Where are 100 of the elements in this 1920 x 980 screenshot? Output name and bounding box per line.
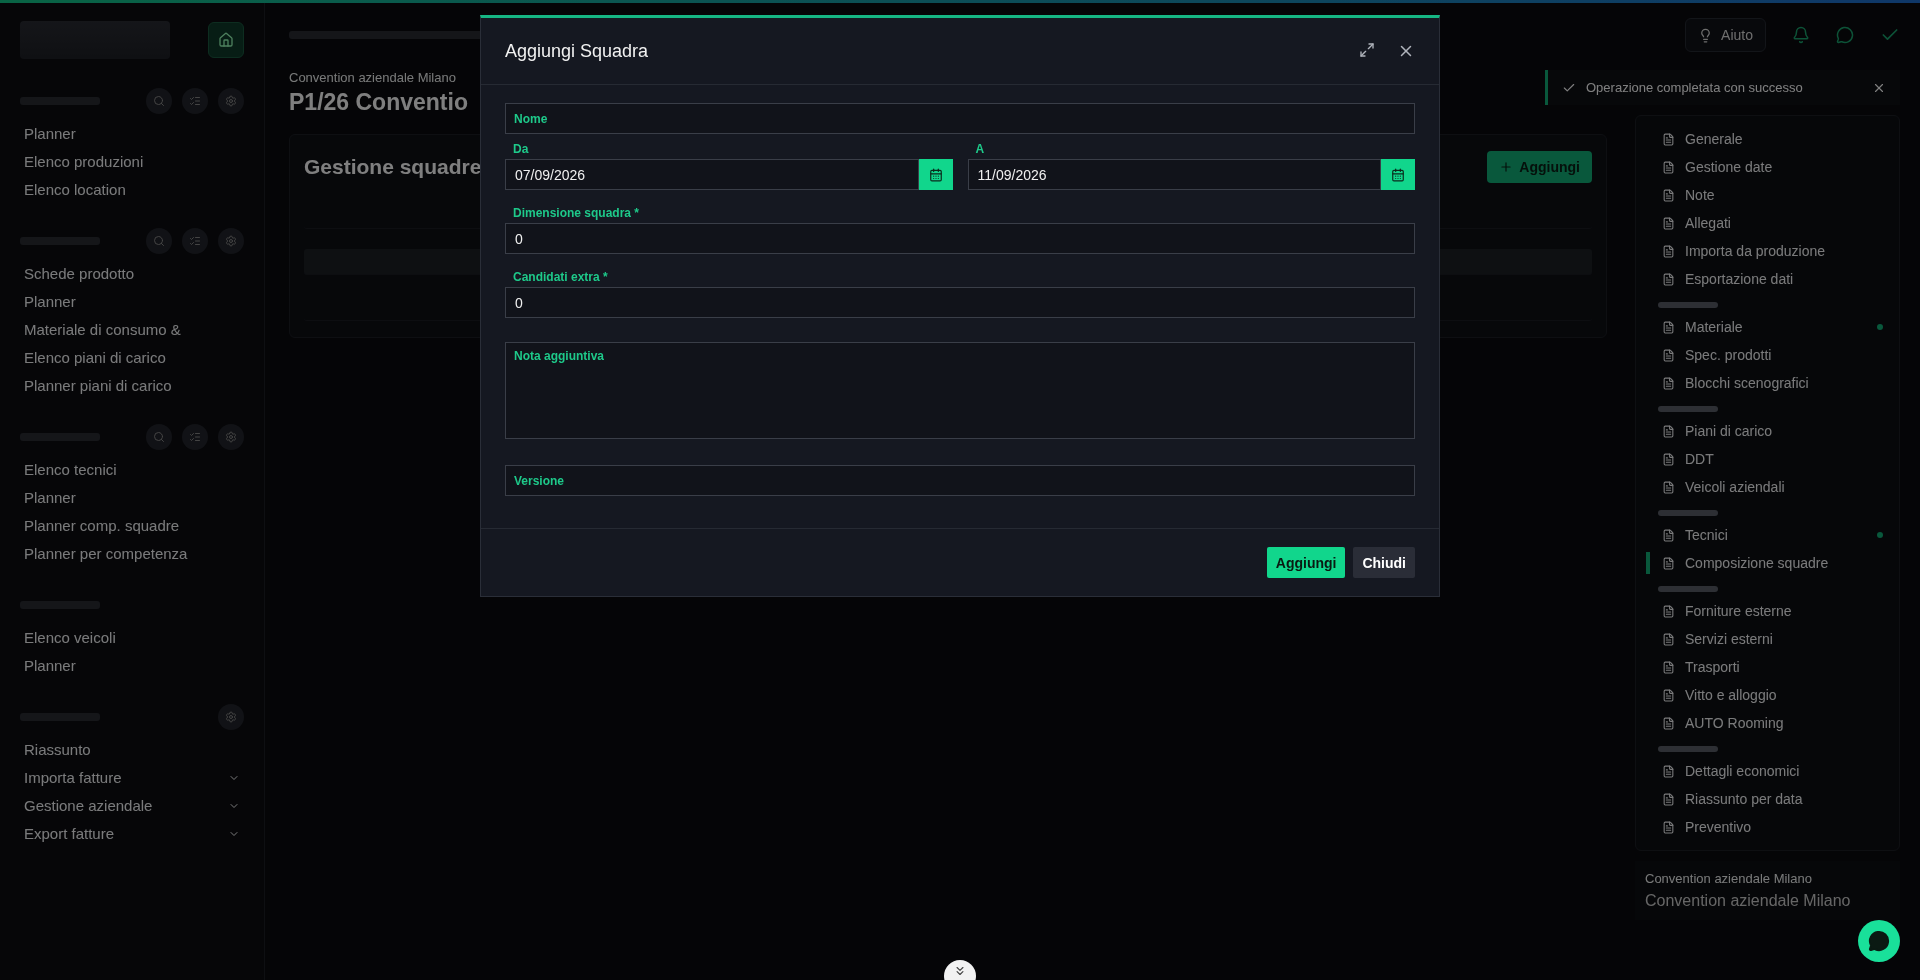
field-label: Da — [512, 142, 530, 156]
nav-item[interactable]: Materiale — [1646, 316, 1889, 338]
document-icon — [1662, 244, 1675, 258]
nav-item[interactable]: Trasporti — [1646, 656, 1889, 678]
checklist-icon[interactable] — [182, 228, 208, 254]
sidebar-item[interactable]: Elenco location — [20, 181, 244, 198]
event-subtitle: Convention aziendale Milano — [1645, 871, 1813, 886]
add-button[interactable]: Aggiungi — [1266, 547, 1346, 578]
chevron-icon — [953, 964, 967, 978]
document-icon — [1662, 424, 1675, 438]
sidebar-item[interactable]: Riassunto — [20, 741, 244, 758]
sidebar-item[interactable]: Elenco produzioni — [20, 153, 244, 170]
document-icon — [1662, 528, 1675, 542]
field-label: Dimensione squadra * — [512, 206, 641, 220]
document-icon — [1662, 716, 1675, 730]
nav-item[interactable]: Dettagli economici — [1646, 760, 1889, 782]
document-icon — [1662, 604, 1675, 618]
document-icon — [1662, 820, 1675, 834]
sidebar-item[interactable]: Materiale di consumo & — [20, 321, 244, 338]
nav-item[interactable]: Riassunto per data — [1646, 788, 1889, 810]
speech-bubble-icon — [1868, 930, 1890, 952]
chat-icon[interactable] — [1836, 26, 1854, 44]
checklist-icon[interactable] — [182, 424, 208, 450]
sidebar-item[interactable]: Planner — [20, 293, 244, 310]
sidebar-item[interactable]: Export fatture — [20, 825, 244, 842]
document-icon — [1662, 132, 1675, 146]
input-field[interactable]: Nome — [505, 103, 1415, 134]
settings-icon[interactable] — [218, 88, 244, 114]
house-icon — [218, 32, 234, 48]
home-button[interactable] — [208, 22, 244, 58]
document-icon — [1662, 160, 1675, 174]
nav-item[interactable]: Servizi esterni — [1646, 628, 1889, 650]
document-icon — [1662, 216, 1675, 230]
nav-item[interactable]: Generale — [1646, 128, 1889, 150]
bell-icon[interactable] — [1792, 26, 1810, 44]
sidebar-item[interactable]: Schede prodotto — [20, 265, 244, 282]
nav-item[interactable]: Tecnici — [1646, 524, 1889, 546]
sidebar-item[interactable]: Elenco tecnici — [20, 461, 244, 478]
chat-button[interactable] — [1858, 920, 1900, 962]
calendar-button[interactable] — [918, 159, 953, 190]
nav-item[interactable]: Composizione squadre — [1646, 552, 1889, 574]
page-subtitle: Convention aziendale Milano — [289, 70, 457, 85]
date-field[interactable]: 11/09/2026 — [967, 159, 1381, 190]
sidebar-item[interactable]: Planner — [20, 489, 244, 506]
calendar-icon — [928, 167, 943, 182]
toast-message: Operazione completata con successo — [1586, 80, 1803, 95]
input-field[interactable]: 0 — [505, 287, 1415, 318]
nav-item[interactable]: Blocchi scenografici — [1646, 372, 1889, 394]
sidebar-item[interactable]: Planner piani di carico — [20, 377, 244, 394]
document-icon — [1662, 188, 1675, 202]
nav-item[interactable]: DDT — [1646, 448, 1889, 470]
plus-icon — [1499, 160, 1514, 174]
nav-item[interactable]: Allegati — [1646, 212, 1889, 234]
document-icon — [1662, 452, 1675, 466]
expand-button[interactable] — [1359, 42, 1375, 60]
search-icon[interactable] — [146, 424, 172, 450]
section-heading-placeholder — [1658, 510, 1718, 516]
close-button[interactable]: Chiudi — [1353, 547, 1415, 578]
nav-item[interactable]: Esportazione dati — [1646, 268, 1889, 290]
document-icon — [1662, 480, 1675, 494]
sidebar-item[interactable]: Planner comp. squadre — [20, 517, 244, 534]
note-field[interactable]: Nota aggiuntiva — [505, 342, 1415, 439]
input-field[interactable]: Versione — [505, 465, 1415, 496]
sidebar-item[interactable]: Elenco piani di carico — [20, 349, 244, 366]
nav-item[interactable]: Gestione date — [1646, 156, 1889, 178]
search-icon[interactable] — [146, 88, 172, 114]
help-button[interactable]: Aiuto — [1685, 18, 1766, 52]
nav-item[interactable]: Note — [1646, 184, 1889, 206]
settings-icon[interactable] — [218, 424, 244, 450]
nav-item[interactable]: Vitto e alloggio — [1646, 684, 1889, 706]
checklist-icon[interactable] — [182, 88, 208, 114]
document-icon — [1662, 764, 1675, 778]
sidebar-item[interactable]: Planner — [20, 125, 244, 142]
section-heading-placeholder — [1658, 406, 1718, 412]
nav-item[interactable]: Forniture esterne — [1646, 600, 1889, 622]
sidebar-item[interactable]: Planner — [20, 657, 244, 674]
expand-icon — [1359, 42, 1375, 58]
nav-item[interactable]: Importa da produzione — [1646, 240, 1889, 262]
calendar-button[interactable] — [1381, 159, 1415, 190]
sidebar-item[interactable]: Gestione aziendale — [20, 797, 244, 814]
nav-item[interactable]: Spec. prodotti — [1646, 344, 1889, 366]
nav-item[interactable]: AUTO Rooming — [1646, 712, 1889, 734]
nav-item[interactable]: Veicoli aziendali — [1646, 476, 1889, 498]
calendar-icon — [1391, 167, 1405, 182]
section-heading-placeholder — [1658, 746, 1718, 752]
input-field[interactable]: 0 — [505, 223, 1415, 254]
nav-item[interactable]: Piani di carico — [1646, 420, 1889, 442]
sidebar-item[interactable]: Elenco veicoli — [20, 629, 244, 646]
field-label: Candidati extra * — [512, 270, 609, 284]
settings-icon[interactable] — [218, 228, 244, 254]
search-icon[interactable] — [146, 228, 172, 254]
date-field[interactable]: 07/09/2026 — [505, 159, 919, 190]
field-label: A — [974, 142, 986, 156]
nav-item[interactable]: Preventivo — [1646, 816, 1889, 838]
document-icon — [1662, 272, 1675, 286]
sidebar-item[interactable]: Importa fatture — [20, 769, 244, 786]
section-heading-placeholder — [1658, 302, 1718, 308]
document-icon — [1662, 320, 1675, 334]
settings-icon[interactable] — [218, 704, 244, 730]
sidebar-item[interactable]: Planner per competenza — [20, 545, 244, 562]
